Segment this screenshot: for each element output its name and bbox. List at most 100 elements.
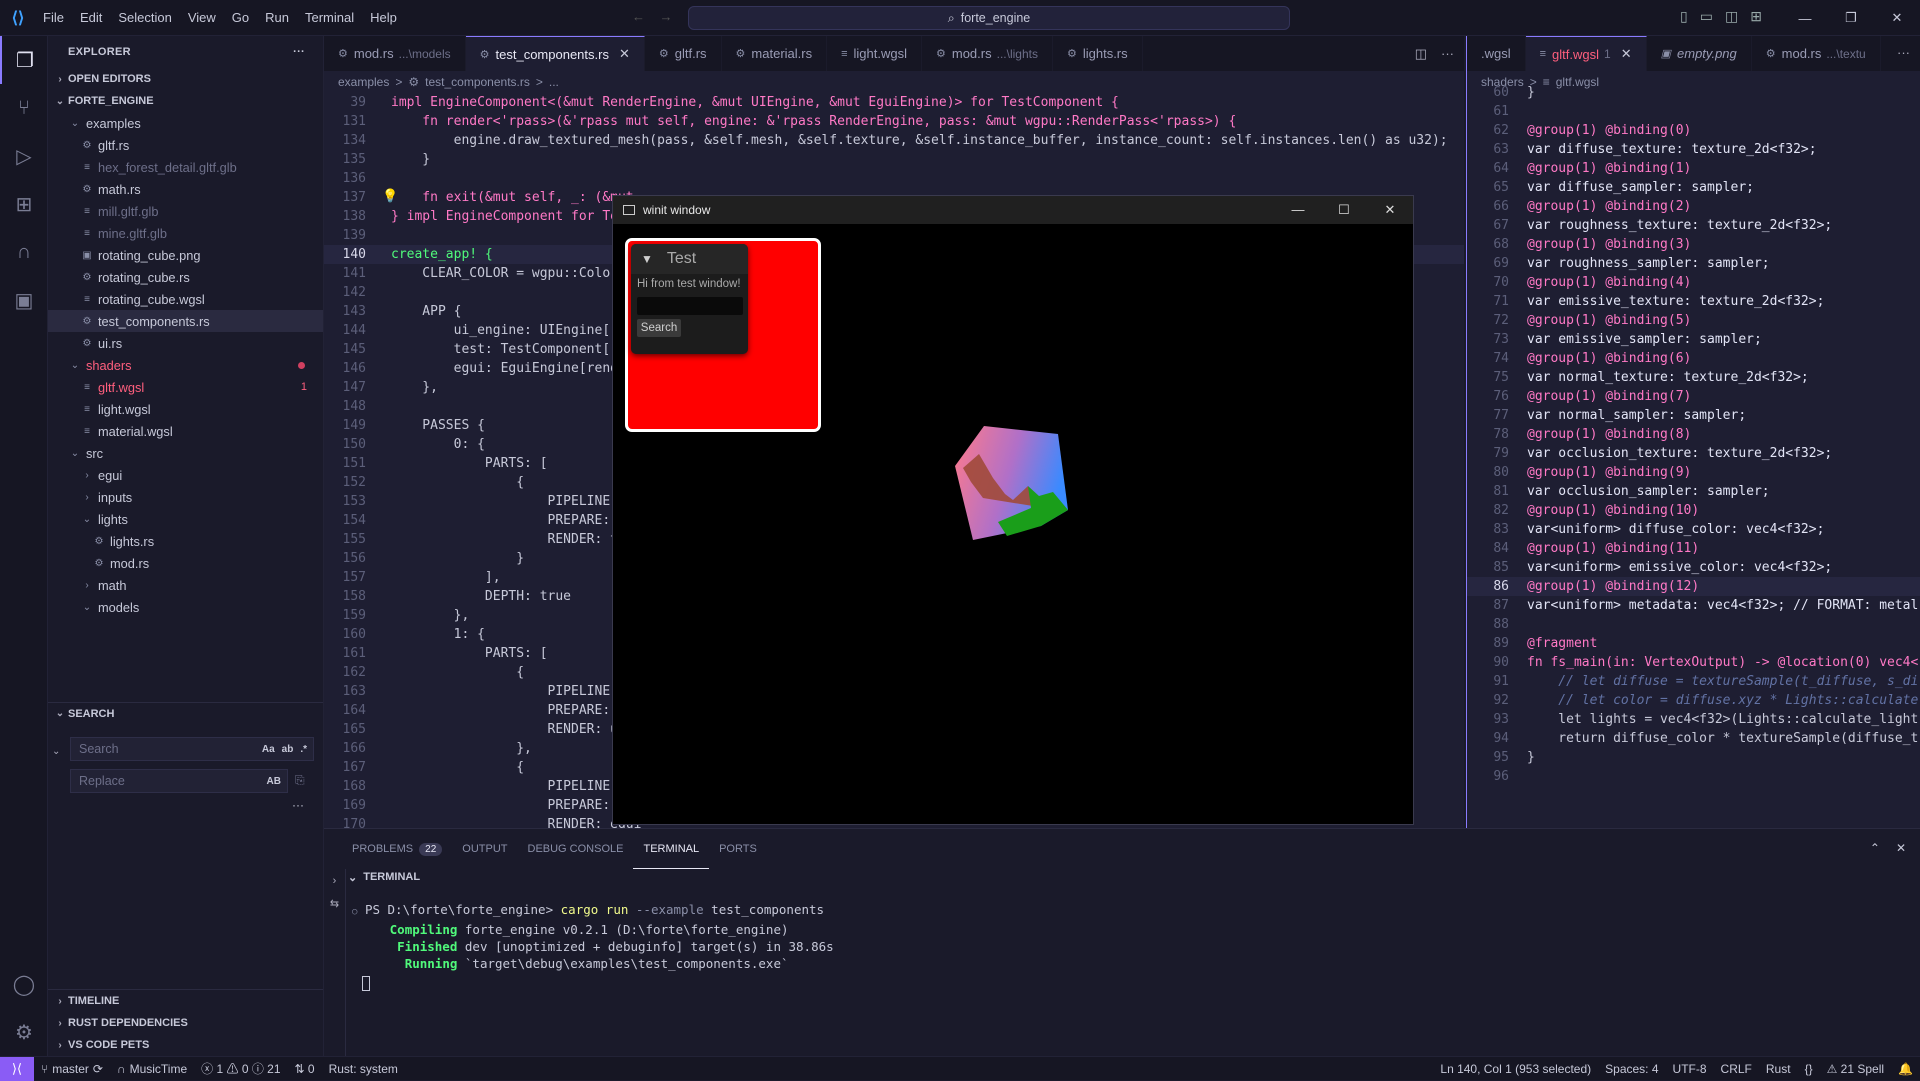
- tab-debug-console[interactable]: DEBUG CONSOLE: [518, 829, 634, 869]
- tree-item[interactable]: ⌄ src: [48, 442, 323, 464]
- code-line[interactable]: 93 let lights = vec4<f32>(Lights::calcul…: [1467, 710, 1920, 729]
- encoding[interactable]: UTF-8: [1666, 1062, 1714, 1076]
- sync-icon[interactable]: ⟳: [93, 1062, 103, 1076]
- code-line[interactable]: 71 var emissive_texture: texture_2d<f32>;: [1467, 292, 1920, 311]
- replace-input[interactable]: Replace AB: [70, 769, 288, 793]
- replace-all-icon[interactable]: ⎘: [295, 773, 305, 788]
- vscode-pets-section[interactable]: › VS CODE PETS: [48, 1034, 323, 1056]
- code-line[interactable]: 64 @group(1) @binding(1): [1467, 159, 1920, 178]
- code-line[interactable]: 75 var normal_texture: texture_2d<f32>;: [1467, 368, 1920, 387]
- ports-indicator[interactable]: ⇅ 0: [288, 1062, 322, 1076]
- code-line[interactable]: 68 @group(1) @binding(3): [1467, 235, 1920, 254]
- code-line[interactable]: 131 fn render<'rpass>(&'rpass mut self, …: [324, 112, 1464, 131]
- code-line[interactable]: 86 @group(1) @binding(12): [1467, 577, 1920, 596]
- menu-file[interactable]: File: [36, 6, 71, 29]
- minimize-icon[interactable]: —: [1275, 202, 1321, 218]
- code-line[interactable]: 79 var occlusion_texture: texture_2d<f32>…: [1467, 444, 1920, 463]
- remote-explorer-icon[interactable]: ▣: [0, 276, 48, 324]
- tab-ports[interactable]: PORTS: [709, 829, 767, 869]
- code-line[interactable]: 88: [1467, 615, 1920, 634]
- timeline-section[interactable]: › TIMELINE: [48, 990, 323, 1012]
- account-icon[interactable]: ◯: [0, 960, 48, 1008]
- editor-tab[interactable]: ⚙ test_components.rs ✕: [465, 36, 645, 71]
- extensions-icon[interactable]: ⊞: [0, 180, 48, 228]
- toggle-replace-icon[interactable]: ⌄: [52, 746, 60, 757]
- tree-item[interactable]: ≡ material.wgsl: [48, 420, 323, 442]
- maximize-icon[interactable]: ☐: [1321, 202, 1367, 218]
- collapse-triangle-icon[interactable]: ▼: [641, 252, 653, 266]
- code-line[interactable]: 81 var occlusion_sampler: sampler;: [1467, 482, 1920, 501]
- code-line[interactable]: 91 // let diffuse = textureSample(t_diff…: [1467, 672, 1920, 691]
- spell-check[interactable]: ⚠ 21 Spell: [1820, 1062, 1891, 1076]
- code-line[interactable]: 67 var roughness_texture: texture_2d<f32>…: [1467, 216, 1920, 235]
- run-debug-icon[interactable]: ▷: [0, 132, 48, 180]
- command-center[interactable]: ⌕ forte_engine: [688, 6, 1290, 30]
- tree-item[interactable]: ≡ rotating_cube.wgsl: [48, 288, 323, 310]
- toggle-panel-icon[interactable]: ▭: [1700, 8, 1713, 25]
- close-tab-icon[interactable]: ✕: [619, 46, 630, 62]
- editor-tab[interactable]: ⚙ material.rs: [722, 36, 828, 71]
- tree-item[interactable]: ⌄ lights: [48, 508, 323, 530]
- line-ending[interactable]: CRLF: [1714, 1062, 1759, 1076]
- code-line[interactable]: 89 @fragment: [1467, 634, 1920, 653]
- editor-tab[interactable]: ≡ light.wgsl: [827, 36, 922, 71]
- menu-help[interactable]: Help: [363, 6, 404, 29]
- code-line[interactable]: 96: [1467, 767, 1920, 786]
- split-editor-icon[interactable]: ◫: [1415, 46, 1427, 62]
- explorer-icon[interactable]: ❐: [0, 36, 48, 84]
- chevron-right-icon[interactable]: ›: [333, 875, 337, 887]
- customize-layout-icon[interactable]: ⊞: [1750, 8, 1762, 25]
- tab-problems[interactable]: PROBLEMS 22: [342, 829, 452, 869]
- code-line[interactable]: 90 fn fs_main(in: VertexOutput) -> @locat…: [1467, 653, 1920, 672]
- tree-item[interactable]: ≡ mill.gltf.glb: [48, 200, 323, 222]
- terminal-split-icon[interactable]: ⇆: [330, 897, 339, 910]
- code-line[interactable]: 135 }: [324, 150, 1464, 169]
- tree-item[interactable]: ⌄ shaders: [48, 354, 323, 376]
- more-actions-icon[interactable]: ···: [293, 46, 305, 58]
- code-line[interactable]: 63 var diffuse_texture: texture_2d<f32>;: [1467, 140, 1920, 159]
- code-line[interactable]: 95}: [1467, 748, 1920, 767]
- tab-output[interactable]: OUTPUT: [452, 829, 517, 869]
- code-line[interactable]: 92 // let color = diffuse.xyz * Lights::…: [1467, 691, 1920, 710]
- problems-indicator[interactable]: ⓧ 1 ⚠ 0 ⓘ 21: [194, 1060, 287, 1077]
- toggle-sidebar-icon[interactable]: ▯: [1680, 8, 1688, 25]
- settings-gear-icon[interactable]: ⚙: [0, 1008, 48, 1056]
- code-line[interactable]: 136: [324, 169, 1464, 188]
- breadcrumb-symbol[interactable]: ...: [549, 75, 559, 89]
- menu-run[interactable]: Run: [258, 6, 296, 29]
- breadcrumb-file[interactable]: test_components.rs: [425, 75, 530, 89]
- code-line[interactable]: 82 @group(1) @binding(10): [1467, 501, 1920, 520]
- egui-header[interactable]: ▼ Test: [631, 244, 748, 274]
- editor-tab[interactable]: ⚙ lights.rs: [1053, 36, 1143, 71]
- menu-edit[interactable]: Edit: [73, 6, 109, 29]
- editor-right[interactable]: shaders > ≡ gltf.wgsl 60} 61 62 @group(1) @…: [1466, 71, 1920, 828]
- tree-item[interactable]: ⚙ gltf.rs: [48, 134, 323, 156]
- egui-text-input[interactable]: [637, 297, 743, 315]
- code-line[interactable]: 84 @group(1) @binding(11): [1467, 539, 1920, 558]
- headphones-icon[interactable]: ∩: [0, 228, 48, 276]
- search-input[interactable]: Search Aa ab .*: [70, 737, 314, 761]
- search-section[interactable]: ⌄ SEARCH: [48, 702, 323, 724]
- tree-item[interactable]: › math: [48, 574, 323, 596]
- code-line[interactable]: 76 @group(1) @binding(7): [1467, 387, 1920, 406]
- source-control-icon[interactable]: ⑂: [0, 84, 48, 132]
- menu-selection[interactable]: Selection: [111, 6, 178, 29]
- code-line[interactable]: 60}: [1467, 83, 1920, 102]
- editor-tab[interactable]: ⚙ gltf.rs: [645, 36, 722, 71]
- code-line[interactable]: 87 var<uniform> metadata: vec4<f32>; // F…: [1467, 596, 1920, 615]
- open-editors-section[interactable]: › OPEN EDITORS: [48, 68, 323, 90]
- minimize-icon[interactable]: —: [1782, 0, 1828, 36]
- editor-more-icon[interactable]: ···: [1441, 46, 1454, 61]
- project-section[interactable]: ⌄ FORTE_ENGINE: [48, 90, 323, 112]
- menu-terminal[interactable]: Terminal: [298, 6, 361, 29]
- editor-tab[interactable]: ▣ empty.png: [1647, 36, 1752, 71]
- whole-word-toggle[interactable]: ab: [282, 744, 294, 755]
- code-line[interactable]: 74 @group(1) @binding(6): [1467, 349, 1920, 368]
- code-line[interactable]: 66 @group(1) @binding(2): [1467, 197, 1920, 216]
- terminal-output[interactable]: ○ PS D:\forte\forte_engine> cargo run --…: [352, 901, 834, 991]
- editor-tab[interactable]: ≡ gltf.wgsl 1 ✕: [1525, 36, 1647, 71]
- rust-deps-section[interactable]: › RUST DEPENDENCIES: [48, 1012, 323, 1034]
- close-panel-icon[interactable]: ✕: [1896, 841, 1906, 855]
- close-icon[interactable]: ✕: [1874, 0, 1920, 36]
- back-arrow-icon[interactable]: ←: [632, 9, 645, 24]
